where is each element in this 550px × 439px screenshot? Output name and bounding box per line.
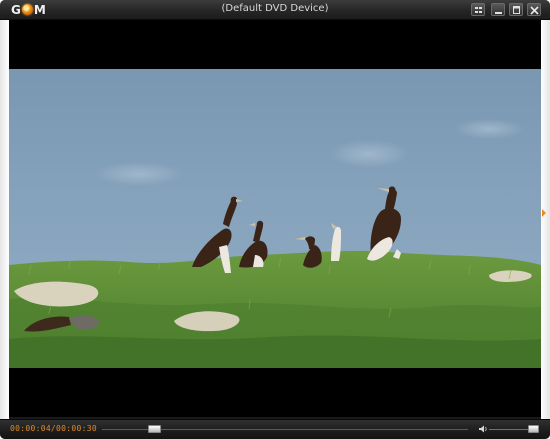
playlist-icon <box>475 7 482 13</box>
speaker-icon[interactable] <box>478 424 488 434</box>
playlist-button[interactable] <box>471 3 485 16</box>
minimize-icon <box>495 12 502 14</box>
maximize-icon <box>513 6 520 14</box>
close-button[interactable] <box>527 3 541 16</box>
title-bar[interactable]: GM (Default DVD Device) <box>0 0 550 20</box>
seek-slider-knob[interactable] <box>148 425 162 433</box>
window-left-edge <box>0 20 9 419</box>
window-title: (Default DVD Device) <box>221 3 329 14</box>
player-window: GM (Default DVD Device) 00:00:04/00:00:3… <box>0 0 550 439</box>
close-icon <box>530 6 539 15</box>
minimize-button[interactable] <box>491 3 505 16</box>
control-bar: 00:00:04/00:00:30 <box>0 419 550 439</box>
video-frame-image <box>9 69 541 368</box>
video-screen[interactable] <box>9 20 541 417</box>
time-display[interactable]: 00:00:04/00:00:30 <box>10 424 97 433</box>
video-frame <box>9 69 541 368</box>
window-right-edge <box>541 20 550 419</box>
volume-slider-knob[interactable] <box>528 425 539 433</box>
side-panel-arrow-icon[interactable] <box>542 209 546 217</box>
maximize-button[interactable] <box>509 3 523 16</box>
